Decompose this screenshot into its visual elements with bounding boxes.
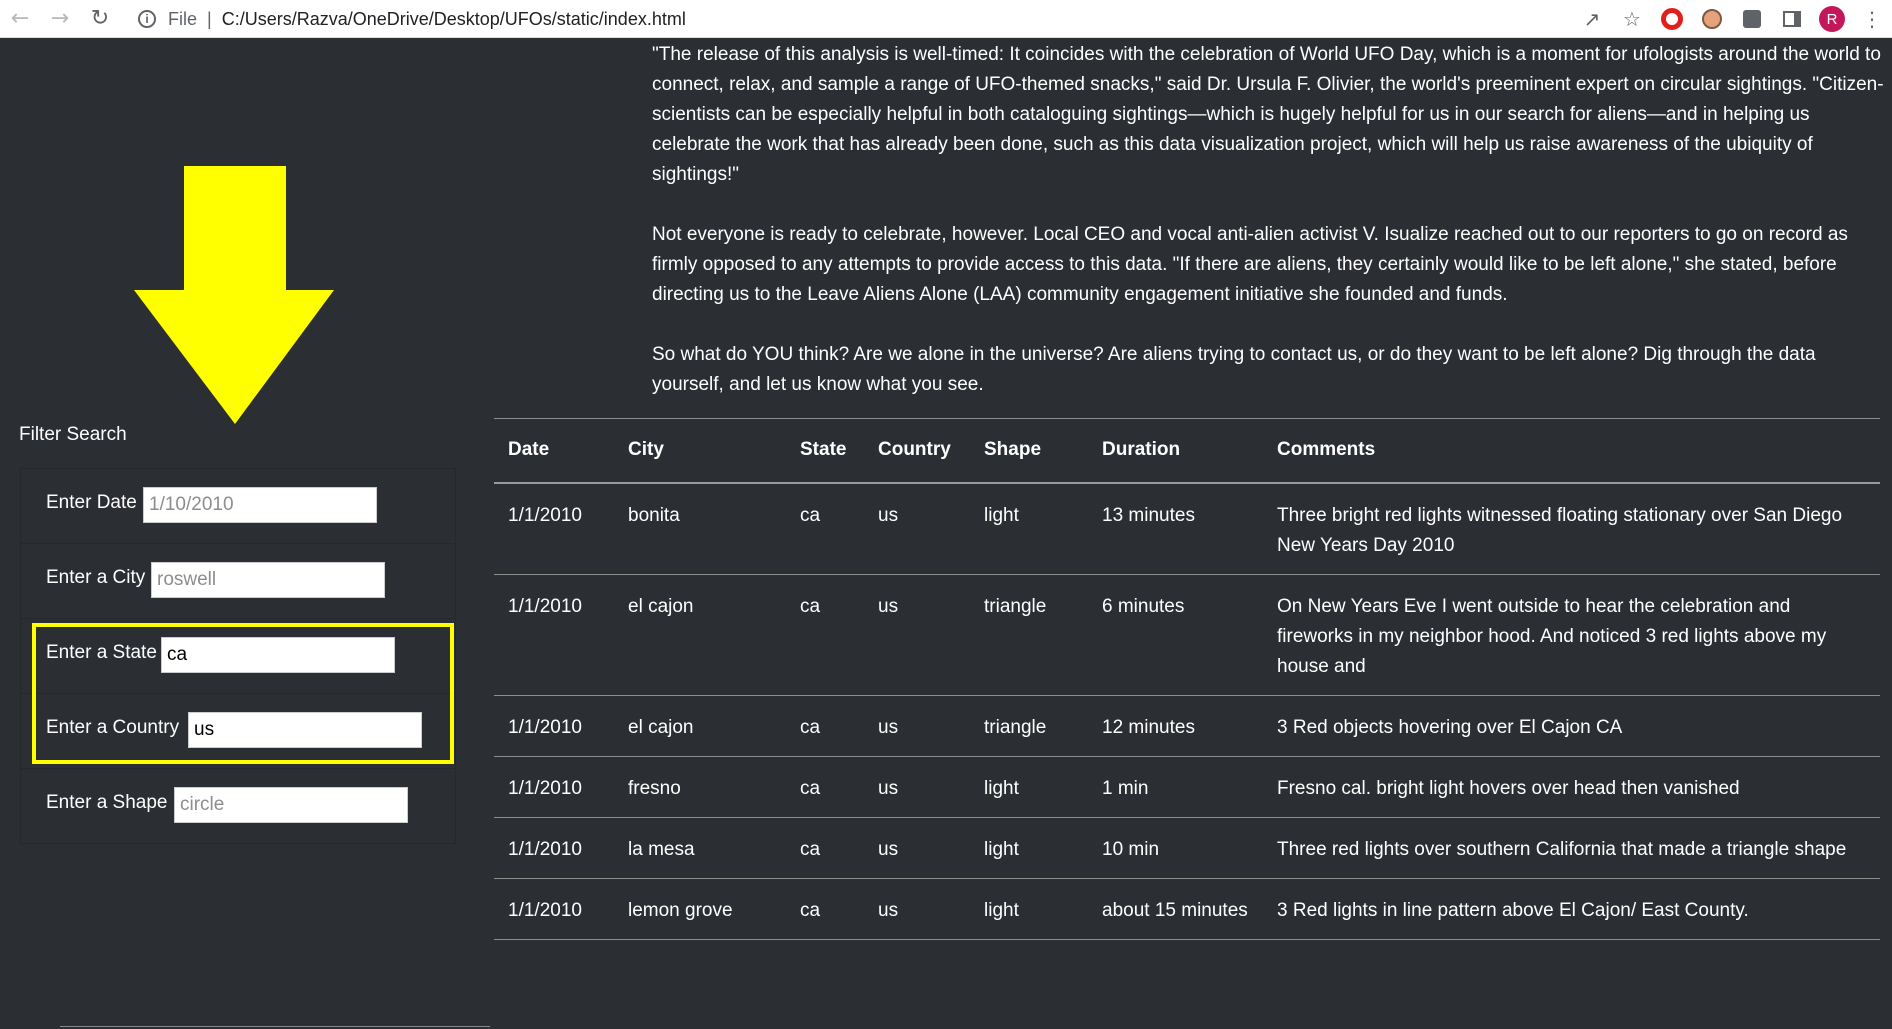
state-country-highlight-box [32,623,454,764]
back-icon[interactable]: ← [0,0,40,38]
table-row: 1/1/2010 el cajon ca us triangle 12 minutes 3 … [494,695,1880,756]
opera-extension-icon[interactable] [1652,0,1692,38]
cell-date: 1/1/2010 [508,777,582,799]
browser-toolbar: ← → ↻ i File | C:/Users/Razva/OneDrive/D… [0,0,1892,38]
cell-country: us [878,838,899,860]
cell-duration: 12 minutes [1102,716,1195,738]
cell-duration: 13 minutes [1102,504,1195,526]
cell-city: fresno [628,777,681,799]
cell-city: bonita [628,504,680,526]
cell-shape: light [984,899,1019,921]
ufo-sightings-table: Date City State Country Shape Duration C… [494,418,1880,940]
cell-comments: Fresno cal. bright light hovers over hea… [1277,777,1740,799]
menu-icon[interactable]: ⋮ [1852,0,1892,38]
cell-duration: 6 minutes [1102,595,1185,617]
cell-duration: 1 min [1102,777,1149,799]
cell-city: el cajon [628,595,694,617]
cell-date: 1/1/2010 [508,595,582,617]
date-input[interactable] [143,487,377,523]
filter-row-shape: Enter a Shape [21,769,455,844]
header-comments: Comments [1277,439,1376,461]
table-header-row: Date City State Country Shape Duration C… [494,418,1880,483]
cell-comments: 3 Red lights in line pattern above El Ca… [1277,899,1749,921]
cell-state: ca [800,595,821,617]
cell-date: 1/1/2010 [508,838,582,860]
filter-search-title: Filter Search [19,424,127,445]
shape-label: Enter a Shape [46,792,168,813]
article-paragraph: Not everyone is ready to celebrate, howe… [652,224,1848,305]
table-row: 1/1/2010 lemon grove ca us light about 15 min… [494,878,1880,939]
article-paragraph: "The release of this analysis is well-ti… [652,44,1884,185]
address-scheme: File [168,8,198,29]
header-shape: Shape [984,439,1042,461]
table-row: 1/1/2010 bonita ca us light 13 minutes Three b… [494,483,1880,574]
cell-country: us [878,899,899,921]
city-input[interactable] [151,562,385,598]
info-icon[interactable]: i [138,10,156,28]
address-url[interactable]: C:/Users/Razva/OneDrive/Desktop/UFOs/sta… [222,9,686,30]
address-separator: | [207,8,212,29]
header-city: City [628,439,664,461]
divider [60,1026,490,1027]
cell-date: 1/1/2010 [508,504,582,526]
table-row: 1/1/2010 la mesa ca us light 10 min Three red … [494,817,1880,878]
bookmark-star-icon[interactable]: ☆ [1612,0,1652,38]
table-row: 1/1/2010 fresno ca us light 1 min Fresno cal. … [494,756,1880,817]
cell-state: ca [800,504,821,526]
cell-shape: triangle [984,716,1047,738]
article-text: "The release of this analysis is well-ti… [652,40,1884,430]
cell-country: us [878,504,899,526]
header-duration: Duration [1102,439,1181,461]
cell-state: ca [800,777,821,799]
cell-shape: light [984,777,1019,799]
header-country: Country [878,439,951,461]
header-state: State [800,439,847,461]
table-row: 1/1/2010 el cajon ca us triangle 6 minutes On … [494,574,1880,695]
yellow-down-arrow-icon [134,166,334,424]
profile-avatar[interactable]: R [1812,0,1852,38]
face-extension-icon[interactable] [1692,0,1732,38]
cell-city: la mesa [628,838,695,860]
cell-state: ca [800,899,821,921]
header-date: Date [508,439,550,461]
cell-shape: triangle [984,595,1047,617]
cell-country: us [878,595,899,617]
forward-icon[interactable]: → [40,0,80,38]
cell-comments: Three bright red lights witnessed floati… [1277,504,1843,556]
address-bar[interactable]: i File | C:/Users/Razva/OneDrive/Desktop… [138,0,686,38]
cell-state: ca [800,716,821,738]
cell-shape: light [984,504,1019,526]
cell-city: el cajon [628,716,694,738]
share-icon[interactable]: ↗ [1572,0,1612,38]
article-paragraph: So what do YOU think? Are we alone in th… [652,344,1816,395]
city-label: Enter a City [46,567,146,588]
cell-shape: light [984,838,1019,860]
extensions-puzzle-icon[interactable] [1732,0,1772,38]
reload-icon[interactable]: ↻ [80,0,120,38]
filter-row-date: Enter Date [21,469,455,544]
cell-comments: On New Years Eve I went outside to hear … [1277,595,1827,677]
date-label: Enter Date [46,492,137,513]
cell-date: 1/1/2010 [508,899,582,921]
cell-country: us [878,716,899,738]
cell-comments: 3 Red objects hovering over El Cajon CA [1277,716,1623,738]
cell-comments: Three red lights over southern Californi… [1277,838,1847,860]
shape-input[interactable] [174,787,408,823]
side-panel-icon[interactable] [1772,0,1812,38]
cell-city: lemon grove [628,899,733,921]
cell-state: ca [800,838,821,860]
filter-row-city: Enter a City [21,544,455,619]
cell-duration: 10 min [1102,838,1160,860]
cell-country: us [878,777,899,799]
cell-duration: about 15 minutes [1102,899,1248,921]
cell-date: 1/1/2010 [508,716,582,738]
